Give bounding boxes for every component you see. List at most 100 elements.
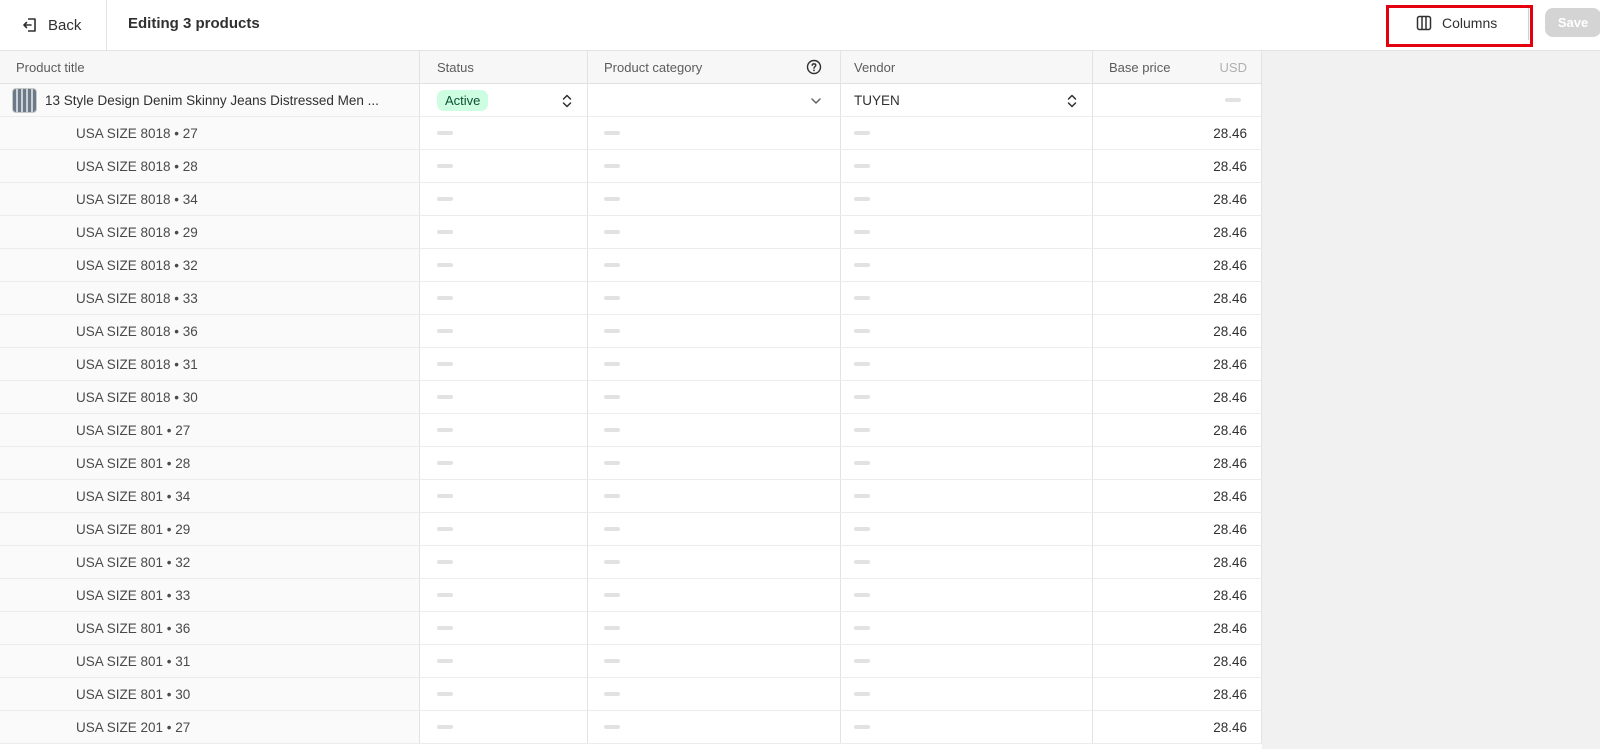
status-cell — [420, 645, 588, 677]
price-cell[interactable]: 28.46 — [1093, 216, 1262, 248]
price-value: 28.46 — [1213, 158, 1247, 174]
category-cell — [588, 513, 841, 545]
empty-dash — [854, 230, 870, 234]
empty-dash — [854, 494, 870, 498]
status-cell — [420, 315, 588, 347]
status-cell — [420, 546, 588, 578]
empty-dash — [604, 626, 620, 630]
variant-title: USA SIZE 801 • 33 — [0, 579, 420, 611]
product-title: 13 Style Design Denim Skinny Jeans Distr… — [45, 92, 379, 108]
category-select[interactable] — [588, 84, 841, 116]
price-cell[interactable]: 28.46 — [1093, 381, 1262, 413]
empty-dash — [437, 692, 453, 696]
price-cell[interactable]: 28.46 — [1093, 249, 1262, 281]
price-cell[interactable]: 28.46 — [1093, 480, 1262, 512]
empty-dash — [437, 362, 453, 366]
product-title-cell[interactable]: 13 Style Design Denim Skinny Jeans Distr… — [0, 84, 420, 116]
back-label: Back — [48, 16, 82, 34]
price-value: 28.46 — [1213, 455, 1247, 471]
empty-dash — [604, 263, 620, 267]
variant-title: USA SIZE 801 • 27 — [0, 414, 420, 446]
status-cell — [420, 216, 588, 248]
columns-icon — [1416, 15, 1432, 31]
vendor-cell — [841, 579, 1093, 611]
price-value: 28.46 — [1213, 422, 1247, 438]
vendor-cell — [841, 348, 1093, 380]
category-cell — [588, 678, 841, 710]
table-row: USA SIZE 201 • 27 28.46 — [0, 711, 1262, 744]
help-icon[interactable] — [806, 59, 822, 75]
price-cell[interactable]: 28.46 — [1093, 645, 1262, 677]
price-cell[interactable]: 28.46 — [1093, 282, 1262, 314]
status-select[interactable]: Active — [420, 84, 588, 116]
empty-dash — [854, 560, 870, 564]
empty-dash — [604, 725, 620, 729]
variant-title: USA SIZE 8018 • 28 — [0, 150, 420, 182]
variant-title: USA SIZE 801 • 30 — [0, 678, 420, 710]
empty-dash — [854, 197, 870, 201]
price-cell[interactable]: 28.46 — [1093, 546, 1262, 578]
status-cell — [420, 150, 588, 182]
price-cell[interactable]: 28.46 — [1093, 348, 1262, 380]
price-cell[interactable]: 28.46 — [1093, 183, 1262, 215]
price-cell[interactable]: 28.46 — [1093, 579, 1262, 611]
category-cell — [588, 282, 841, 314]
price-cell[interactable]: 28.46 — [1093, 315, 1262, 347]
back-button[interactable]: Back — [0, 0, 107, 50]
price-cell[interactable] — [1093, 84, 1262, 116]
status-cell — [420, 348, 588, 380]
variant-title: USA SIZE 801 • 31 — [0, 645, 420, 677]
empty-dash — [437, 428, 453, 432]
empty-dash — [604, 329, 620, 333]
status-cell — [420, 513, 588, 545]
column-header-price-label: Base price — [1109, 59, 1171, 75]
page-title: Editing 3 products — [128, 14, 260, 32]
table-row: USA SIZE 8018 • 27 28.46 — [0, 117, 1262, 150]
category-cell — [588, 546, 841, 578]
empty-dash — [437, 494, 453, 498]
columns-button[interactable]: Columns — [1387, 6, 1529, 40]
empty-dash — [604, 164, 620, 168]
column-header-title[interactable]: Product title — [0, 51, 420, 83]
status-cell — [420, 480, 588, 512]
empty-dash — [854, 593, 870, 597]
empty-dash — [437, 230, 453, 234]
vendor-cell — [841, 150, 1093, 182]
empty-dash — [437, 560, 453, 564]
empty-dash — [437, 329, 453, 333]
variant-title: USA SIZE 8018 • 36 — [0, 315, 420, 347]
table-row: USA SIZE 801 • 32 28.46 — [0, 546, 1262, 579]
price-cell[interactable]: 28.46 — [1093, 678, 1262, 710]
price-cell[interactable]: 28.46 — [1093, 711, 1262, 743]
vendor-cell — [841, 447, 1093, 479]
column-header-vendor[interactable]: Vendor — [841, 51, 1093, 83]
price-cell[interactable]: 28.46 — [1093, 414, 1262, 446]
top-bar: Back Editing 3 products Columns Save — [0, 0, 1600, 51]
variant-title: USA SIZE 801 • 29 — [0, 513, 420, 545]
empty-dash — [437, 593, 453, 597]
price-value: 28.46 — [1213, 323, 1247, 339]
price-cell[interactable]: 28.46 — [1093, 117, 1262, 149]
price-cell[interactable]: 28.46 — [1093, 612, 1262, 644]
variant-title: USA SIZE 8018 • 33 — [0, 282, 420, 314]
vendor-cell — [841, 546, 1093, 578]
vendor-cell — [841, 183, 1093, 215]
product-row: 13 Style Design Denim Skinny Jeans Distr… — [0, 84, 1262, 117]
price-cell[interactable]: 28.46 — [1093, 447, 1262, 479]
vendor-cell — [841, 612, 1093, 644]
column-header-category[interactable]: Product category — [588, 51, 841, 83]
empty-dash — [854, 329, 870, 333]
empty-dash — [1225, 98, 1241, 102]
table-row: USA SIZE 801 • 28 28.46 — [0, 447, 1262, 480]
column-header-status[interactable]: Status — [420, 51, 588, 83]
empty-dash — [854, 263, 870, 267]
vendor-select[interactable]: TUYEN — [841, 84, 1093, 116]
status-cell — [420, 678, 588, 710]
empty-dash — [854, 725, 870, 729]
price-cell[interactable]: 28.46 — [1093, 150, 1262, 182]
variant-title: USA SIZE 8018 • 29 — [0, 216, 420, 248]
save-button[interactable]: Save — [1545, 8, 1600, 37]
column-header-price[interactable]: Base price USD — [1093, 51, 1262, 83]
price-cell[interactable]: 28.46 — [1093, 513, 1262, 545]
price-value: 28.46 — [1213, 719, 1247, 735]
